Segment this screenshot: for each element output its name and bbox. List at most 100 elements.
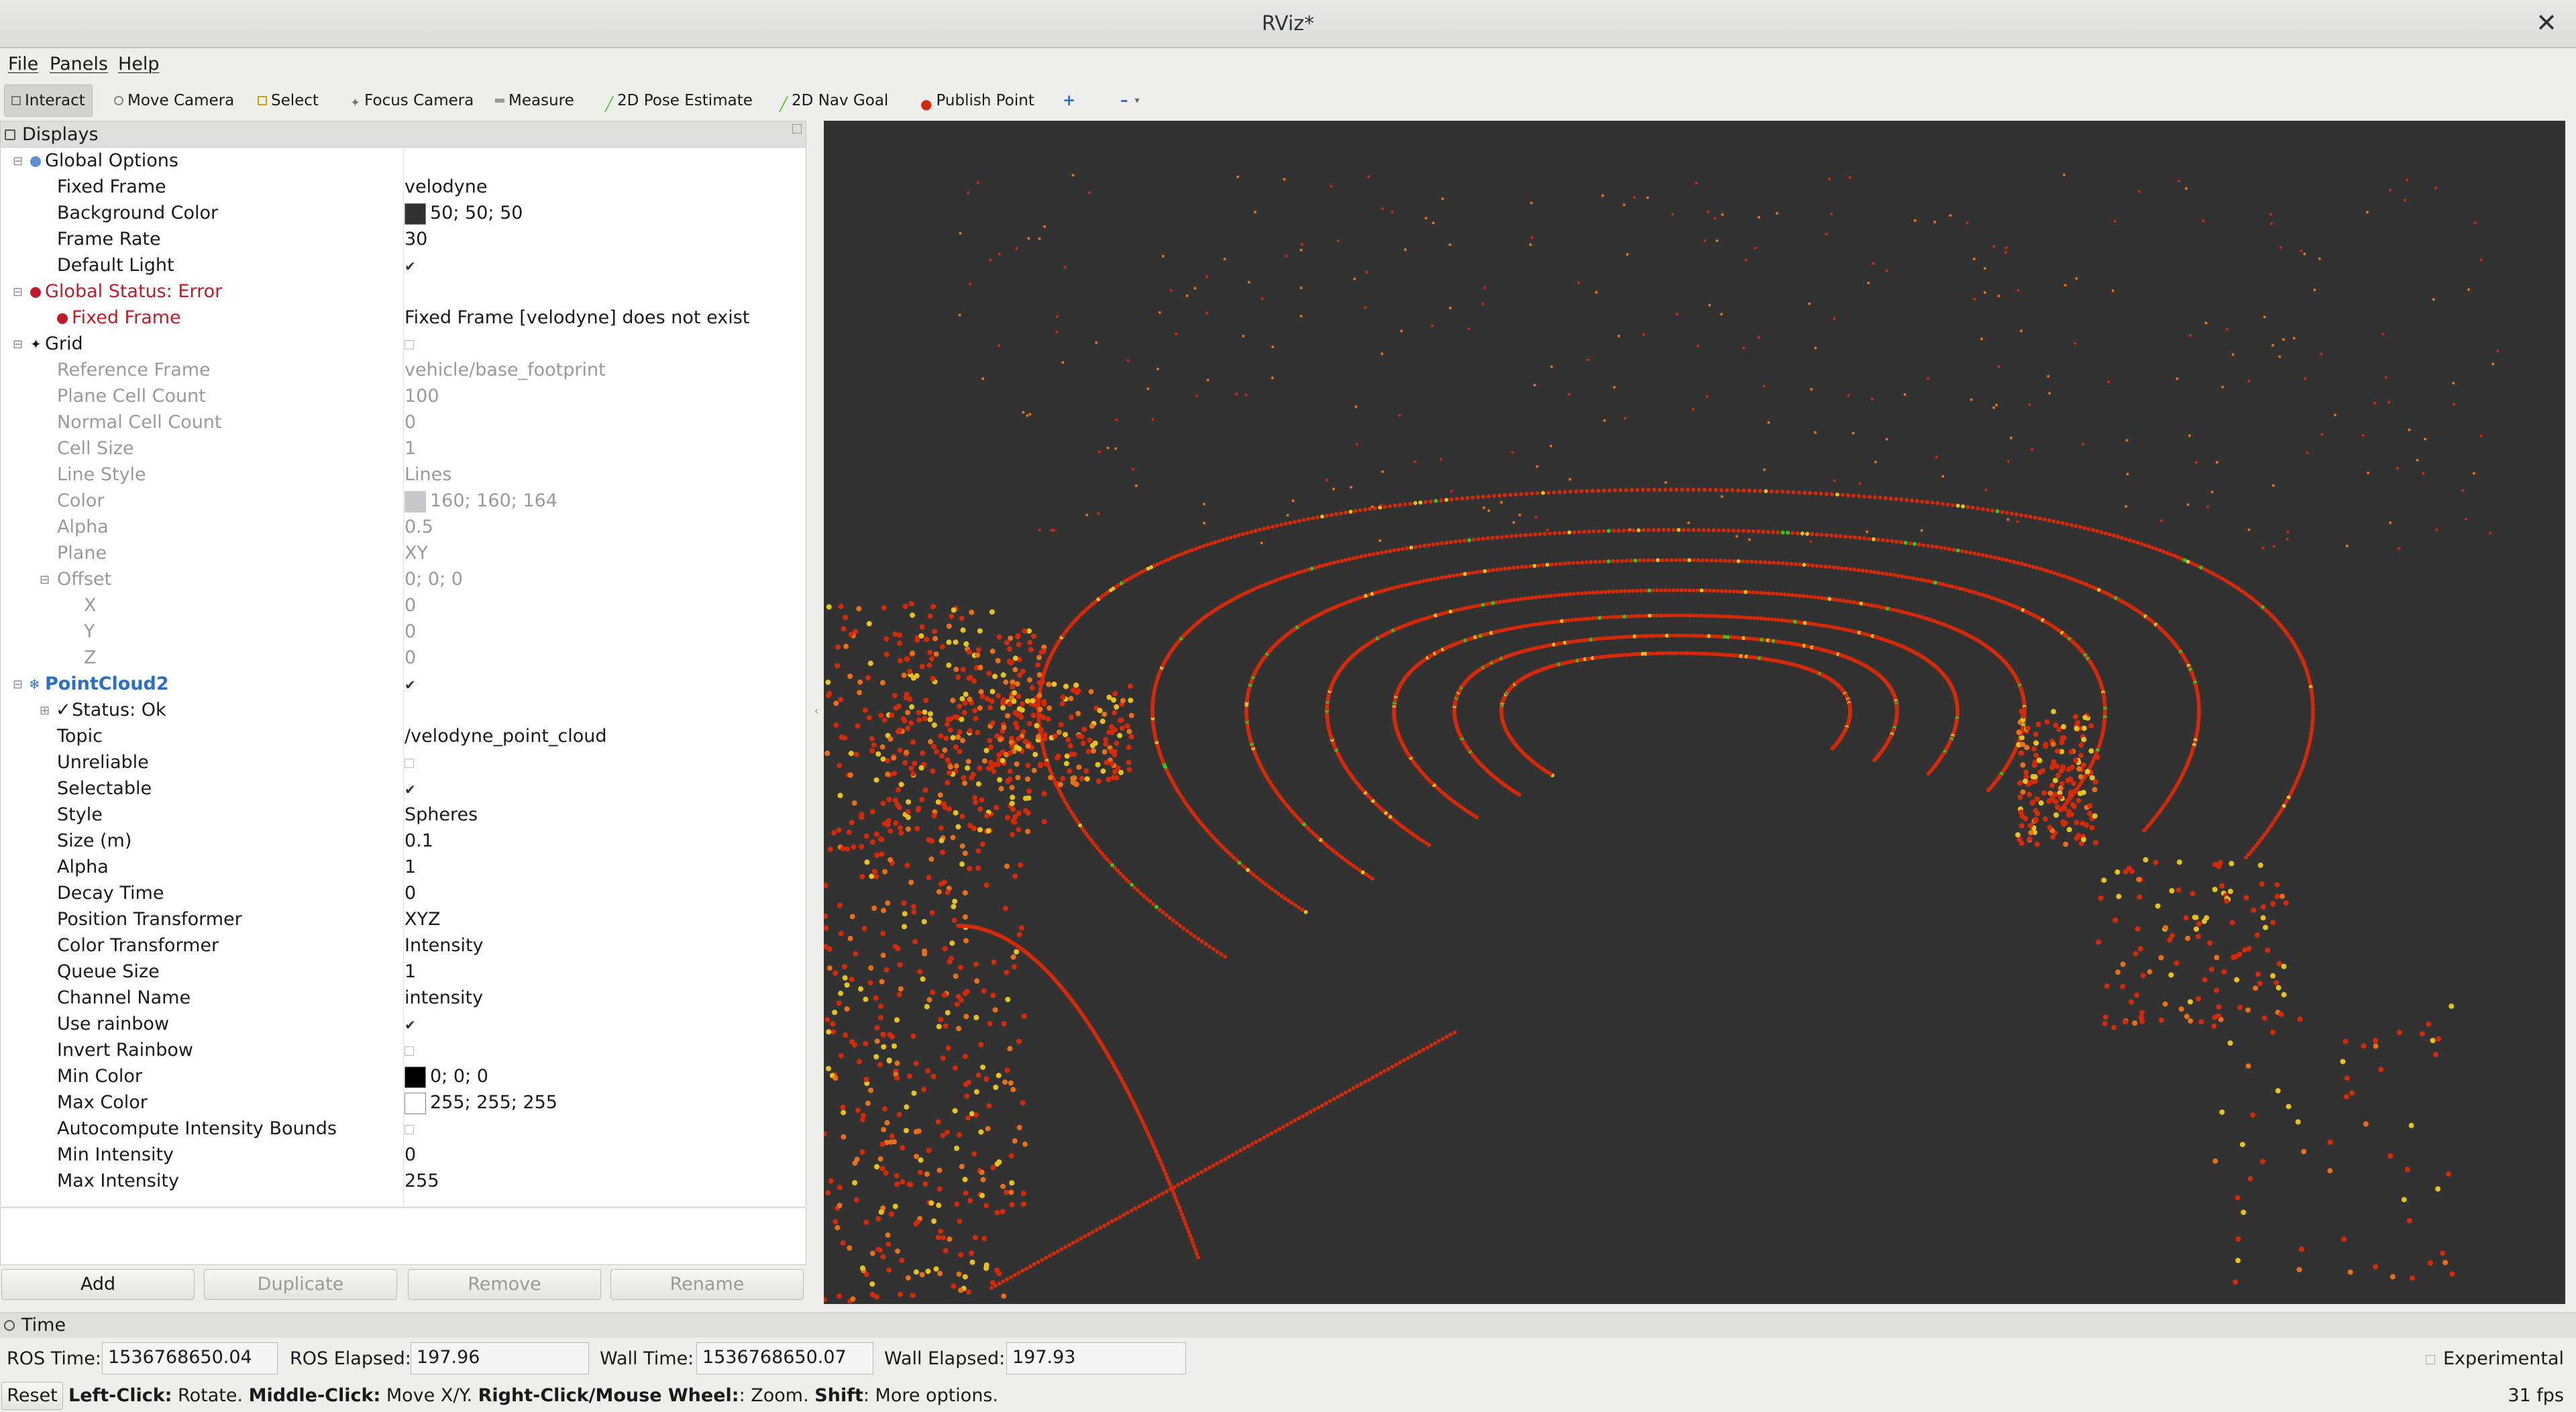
alpha-value[interactable]: 1 <box>405 857 416 877</box>
duplicate-button[interactable]: Duplicate <box>204 1269 397 1300</box>
expand-icon[interactable]: ⊞ <box>40 704 50 718</box>
tree-row-selectable[interactable]: Selectable ✔ <box>1 775 806 802</box>
reset-button[interactable]: Reset <box>1 1382 63 1410</box>
tree-row-topic[interactable]: Topic /velodyne_point_cloud <box>1 723 806 749</box>
tree-row-alpha[interactable]: Alpha 1 <box>1 854 806 880</box>
grid-color-value[interactable]: 160; 160; 164 <box>405 490 557 512</box>
prop-value[interactable]: 0 <box>405 647 416 668</box>
tree-row-position-transformer[interactable]: Position Transformer XYZ <box>1 906 806 932</box>
wall-elapsed-field[interactable]: 197.93 <box>1006 1342 1186 1374</box>
collapse-icon[interactable]: ⊟ <box>13 677 23 692</box>
tree-row-invert-rainbow[interactable]: Invert Rainbow <box>1 1037 806 1063</box>
menu-help[interactable]: Help <box>118 54 160 74</box>
tree-row-size[interactable]: Size (m) 0.1 <box>1 828 806 854</box>
tree-row-min-intensity[interactable]: Min Intensity 0 <box>1 1142 806 1168</box>
pose-estimate-button[interactable]: ╱ 2D Pose Estimate <box>598 85 759 117</box>
channel-name-value[interactable]: intensity <box>405 987 483 1008</box>
frame-rate-value[interactable]: 30 <box>405 229 427 250</box>
publish-point-button[interactable]: ● Publish Point <box>914 85 1041 117</box>
tree-row-plane-cell-count[interactable]: Plane Cell Count 100 <box>1 383 806 409</box>
tree-row-unreliable[interactable]: Unreliable <box>1 749 806 775</box>
measure-button[interactable]: Measure <box>488 85 581 117</box>
size-value[interactable]: 0.1 <box>405 830 433 851</box>
tree-row-frame-rate[interactable]: Frame Rate 30 <box>1 226 806 252</box>
grid-enable-checkbox[interactable] <box>405 333 414 354</box>
prop-value[interactable]: 0 <box>405 595 416 616</box>
background-color-value[interactable]: 50; 50; 50 <box>405 203 523 225</box>
tree-row-use-rainbow[interactable]: Use rainbow ✔ <box>1 1011 806 1037</box>
interact-tool-button[interactable]: Interact <box>4 85 93 117</box>
tree-row-reference-frame[interactable]: Reference Frame vehicle/base_footprint <box>1 357 806 383</box>
menu-panels[interactable]: Panels <box>50 54 108 74</box>
tree-row-default-light[interactable]: Default Light ✔ <box>1 252 806 278</box>
tree-row-grid[interactable]: ⊟ ✦ Grid <box>1 331 806 357</box>
tree-row-status-fixed-frame[interactable]: Fixed Frame Fixed Frame [velodyne] does … <box>1 305 806 331</box>
queue-size-value[interactable]: 1 <box>405 961 416 982</box>
use-rainbow-checkbox[interactable]: ✔ <box>405 1014 416 1034</box>
tree-row-color-transformer[interactable]: Color Transformer Intensity <box>1 932 806 959</box>
menu-file[interactable]: File <box>8 54 38 74</box>
prop-value[interactable]: Lines <box>405 464 451 485</box>
invert-rainbow-checkbox[interactable] <box>405 1040 414 1061</box>
ros-time-field[interactable]: 1536768650.04 <box>102 1342 278 1374</box>
close-icon[interactable]: ✕ <box>2536 8 2557 38</box>
tree-row-pointcloud2[interactable]: ⊟ ❄ PointCloud2 ✔ <box>1 671 806 697</box>
prop-value[interactable]: 100 <box>405 386 439 406</box>
tree-row-fixed-frame[interactable]: Fixed Frame velodyne <box>1 174 806 200</box>
tree-row-style[interactable]: Style Spheres <box>1 802 806 828</box>
focus-camera-button[interactable]: ✦ Focus Camera <box>343 85 480 117</box>
move-camera-button[interactable]: Move Camera <box>107 85 241 117</box>
tree-row-autocompute[interactable]: Autocompute Intensity Bounds <box>1 1116 806 1142</box>
max-intensity-value[interactable]: 255 <box>405 1171 439 1191</box>
tree-row-line-style[interactable]: Line Style Lines <box>1 461 806 488</box>
tree-row-queue-size[interactable]: Queue Size 1 <box>1 959 806 985</box>
select-tool-button[interactable]: Select <box>251 85 325 117</box>
tree-row-offset-x[interactable]: X 0 <box>1 592 806 618</box>
collapse-icon[interactable]: ⊟ <box>13 154 23 168</box>
style-value[interactable]: Spheres <box>405 804 478 825</box>
collapse-icon[interactable]: ⊟ <box>13 285 23 299</box>
prop-value[interactable]: 0.5 <box>405 517 433 537</box>
tree-row-grid-color[interactable]: Color 160; 160; 164 <box>1 488 806 514</box>
remove-tool-button[interactable]: – ▾ <box>1114 85 1146 117</box>
pointcloud-enable-checkbox[interactable]: ✔ <box>405 673 416 694</box>
color-transformer-value[interactable]: Intensity <box>405 935 484 956</box>
min-color-value[interactable]: 0; 0; 0 <box>405 1066 488 1088</box>
tree-row-offset-y[interactable]: Y 0 <box>1 618 806 645</box>
add-button[interactable]: Add <box>1 1269 195 1300</box>
tree-row-grid-alpha[interactable]: Alpha 0.5 <box>1 514 806 540</box>
tree-row-offset-z[interactable]: Z 0 <box>1 645 806 671</box>
add-tool-button[interactable]: + <box>1056 85 1082 117</box>
max-color-value[interactable]: 255; 255; 255 <box>405 1092 557 1114</box>
tree-row-normal-cell-count[interactable]: Normal Cell Count 0 <box>1 409 806 435</box>
prop-value[interactable]: 0; 0; 0 <box>405 569 463 590</box>
color-swatch[interactable] <box>405 1066 426 1088</box>
experimental-checkbox[interactable] <box>2425 1354 2435 1364</box>
ros-elapsed-field[interactable]: 197.96 <box>411 1342 589 1374</box>
prop-value[interactable]: 0 <box>405 412 416 433</box>
panel-close-icon[interactable] <box>792 124 802 133</box>
prop-value[interactable]: XY <box>405 543 428 563</box>
color-swatch[interactable] <box>405 203 426 225</box>
autocompute-checkbox[interactable] <box>405 1118 414 1139</box>
tree-row-min-color[interactable]: Min Color 0; 0; 0 <box>1 1063 806 1089</box>
tree-row-offset[interactable]: ⊟ Offset 0; 0; 0 <box>1 566 806 592</box>
splitter-handle-icon[interactable]: ‹ <box>814 704 820 720</box>
wall-time-field[interactable]: 1536768650.07 <box>696 1342 873 1374</box>
nav-goal-button[interactable]: ╱ 2D Nav Goal <box>773 85 895 117</box>
tree-row-background-color[interactable]: Background Color 50; 50; 50 <box>1 200 806 226</box>
fixed-frame-value[interactable]: velodyne <box>405 176 487 197</box>
position-transformer-value[interactable]: XYZ <box>405 909 441 930</box>
tree-row-max-intensity[interactable]: Max Intensity 255 <box>1 1168 806 1194</box>
tree-row-global-options[interactable]: ⊟ Global Options <box>1 148 806 174</box>
tree-row-global-status[interactable]: ⊟ Global Status: Error <box>1 278 806 305</box>
experimental-toggle[interactable]: Experimental <box>2425 1348 2564 1369</box>
tree-row-status-ok[interactable]: ⊞ ✓ Status: Ok <box>1 697 806 723</box>
unreliable-checkbox[interactable] <box>405 752 414 773</box>
3d-render-viewport[interactable] <box>824 121 2565 1304</box>
rename-button[interactable]: Rename <box>610 1269 804 1300</box>
tree-row-decay-time[interactable]: Decay Time 0 <box>1 880 806 906</box>
min-intensity-value[interactable]: 0 <box>405 1144 416 1165</box>
color-swatch[interactable] <box>405 1092 426 1114</box>
tree-row-plane[interactable]: Plane XY <box>1 540 806 566</box>
